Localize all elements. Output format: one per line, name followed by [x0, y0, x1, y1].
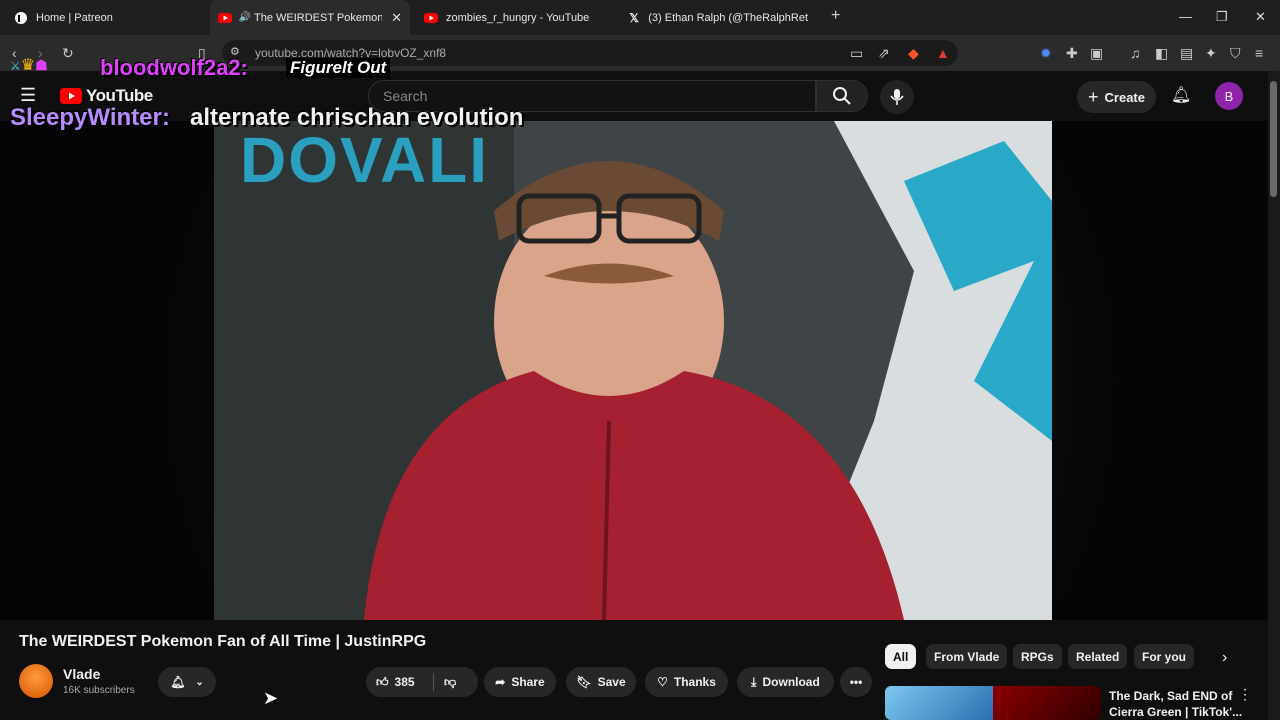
subscription-notification-button[interactable]: 🔔︎ ⌄: [158, 667, 216, 697]
chat-username-2: SleepyWinter:: [10, 104, 170, 131]
video-title: The WEIRDEST Pokemon Fan of All Time | J…: [19, 633, 427, 650]
leo-ai-icon[interactable]: ✦: [1205, 45, 1217, 62]
tab-label: Home | Patreon: [36, 11, 113, 24]
tab-label: The WEIRDEST Pokemon Fan: [254, 11, 382, 24]
chevron-right-icon[interactable]: ›: [1222, 649, 1227, 667]
minimize-icon[interactable]: —: [1179, 9, 1192, 24]
plus-icon: +: [1088, 86, 1099, 107]
youtube-icon: [218, 11, 232, 25]
page-scrollbar[interactable]: [1268, 71, 1280, 720]
thanks-label: Thanks: [673, 675, 716, 689]
share-button[interactable]: ➦ Share: [484, 667, 556, 697]
tab-label: (3) Ethan Ralph (@TheRalphRetort) /: [648, 11, 808, 24]
share-page-icon[interactable]: ⇗: [878, 45, 890, 62]
mic-icon: [890, 89, 904, 105]
like-dislike-group: 👍︎ 385 👎︎: [366, 667, 478, 697]
thumbs-down-icon[interactable]: 👎︎: [444, 675, 456, 690]
menu-icon[interactable]: ≡: [1255, 45, 1263, 61]
brave-rewards-icon[interactable]: ▲: [936, 45, 950, 61]
account-avatar[interactable]: B: [1215, 82, 1243, 110]
more-actions-button[interactable]: •••: [840, 667, 872, 697]
close-window-icon[interactable]: ✕: [1255, 9, 1266, 25]
maximize-icon[interactable]: ❐: [1216, 9, 1228, 25]
channel-name[interactable]: Vlade: [63, 666, 100, 682]
video-frame[interactable]: DOVALI: [214, 121, 1052, 620]
brave-shield-icon[interactable]: ◆: [908, 45, 919, 62]
browser-tab-bar: Home | Patreon 🔊 The WEIRDEST Pokemon Fa…: [0, 0, 1280, 35]
share-arrow-icon: ➦: [495, 675, 506, 689]
reload-icon[interactable]: ↻: [62, 45, 74, 62]
tab-youtube-video[interactable]: 🔊 The WEIRDEST Pokemon Fan ✕: [210, 0, 410, 35]
save-bookmark-icon: 🔖︎: [576, 675, 592, 689]
wallet-icon[interactable]: ▤: [1180, 45, 1193, 62]
emote-badge-icon: ☗: [35, 57, 48, 73]
patreon-icon: [14, 11, 28, 25]
sword-badge-icon: ⚔: [10, 59, 21, 73]
tab-label: zombies_r_hungry - YouTube: [446, 11, 590, 24]
search-button[interactable]: [816, 80, 868, 112]
voice-search-button[interactable]: [880, 80, 914, 114]
recommended-thumbnail[interactable]: [885, 686, 1101, 720]
download-button[interactable]: ⤓ Download: [737, 667, 834, 697]
chat-username-1: bloodwolf2a2:: [100, 55, 248, 80]
save-label: Save: [597, 675, 626, 689]
thumbs-up-icon[interactable]: 👍︎: [376, 675, 389, 690]
chevron-down-icon: ⌄: [195, 676, 204, 688]
x-icon: 𝕏: [629, 10, 639, 25]
share-label: Share: [511, 675, 545, 689]
crown-badge-icon: ♛: [20, 57, 36, 74]
chat-message-badge-1: Figurelt Out: [286, 58, 391, 78]
extensions-puzzle-icon[interactable]: ✚: [1066, 45, 1078, 62]
chip-from-vlade[interactable]: From Vlade: [926, 644, 1008, 669]
chip-for-you[interactable]: For you: [1134, 644, 1194, 669]
channel-avatar[interactable]: [19, 664, 53, 698]
create-label: Create: [1104, 89, 1145, 105]
youtube-logo-icon: [60, 88, 82, 104]
subscriber-count: 16K subscribers: [63, 685, 135, 696]
screenshot-icon[interactable]: ▣: [1090, 45, 1103, 62]
close-tab-icon[interactable]: ✕: [391, 10, 402, 26]
cast-icon[interactable]: ▭: [850, 45, 863, 62]
chip-related[interactable]: Related: [1068, 644, 1128, 669]
speaker-icon[interactable]: 🔊: [239, 11, 251, 25]
thumbnail-left: [885, 686, 993, 720]
recommended-more-icon[interactable]: ⋮: [1238, 686, 1252, 703]
chip-all[interactable]: All: [885, 644, 917, 669]
youtube-logo[interactable]: YouTube: [60, 86, 153, 106]
hamburger-menu-icon[interactable]: ☰: [20, 85, 36, 106]
mouse-cursor-icon: ➤: [263, 688, 279, 708]
tab-youtube-zombies[interactable]: zombies_r_hungry - YouTube: [416, 0, 616, 35]
scrollbar-thumb[interactable]: [1270, 81, 1277, 197]
youtube-brand: YouTube: [86, 86, 153, 105]
backdrop-logo-text: DOVALI: [240, 124, 490, 196]
bell-icon: 🔔︎: [170, 675, 186, 689]
recommended-title[interactable]: The Dark, Sad END of Cierra Green | TikT…: [1109, 688, 1242, 720]
more-horizontal-icon: •••: [849, 675, 863, 689]
download-label: Download: [762, 675, 820, 689]
notifications-bell-icon[interactable]: 🔔︎: [1171, 85, 1191, 105]
tab-x-ethan-ralph[interactable]: 𝕏 (3) Ethan Ralph (@TheRalphRetort) /: [620, 0, 816, 35]
music-icon[interactable]: ♫: [1130, 45, 1141, 61]
chat-message-2: alternate chrischan evolution: [190, 104, 524, 131]
thumbnail-right: [993, 686, 1101, 720]
like-count[interactable]: 385: [395, 675, 415, 689]
recommended-title-line1: The Dark, Sad END of: [1109, 689, 1233, 703]
save-button[interactable]: 🔖︎ Save: [566, 667, 636, 697]
extension-icon[interactable]: ✹: [1040, 45, 1052, 62]
like-divider: [433, 673, 434, 691]
tab-patreon[interactable]: Home | Patreon: [6, 0, 206, 35]
create-button[interactable]: + Create: [1077, 81, 1156, 113]
new-tab-icon[interactable]: +: [831, 7, 840, 25]
download-icon: ⤓: [751, 674, 757, 689]
search-icon: [833, 87, 851, 105]
youtube-icon: [424, 11, 438, 25]
chip-rpgs[interactable]: RPGs: [1013, 644, 1062, 669]
recommended-title-line2: Cierra Green | TikTok'...: [1109, 705, 1243, 719]
sidebar-icon[interactable]: ◧: [1155, 45, 1168, 62]
vpn-icon[interactable]: ⛉: [1230, 45, 1241, 62]
thanks-button[interactable]: ♡ Thanks: [645, 667, 728, 697]
overlay-badges: ⚔♛☗: [10, 55, 48, 75]
thanks-heart-icon: ♡: [657, 675, 668, 689]
